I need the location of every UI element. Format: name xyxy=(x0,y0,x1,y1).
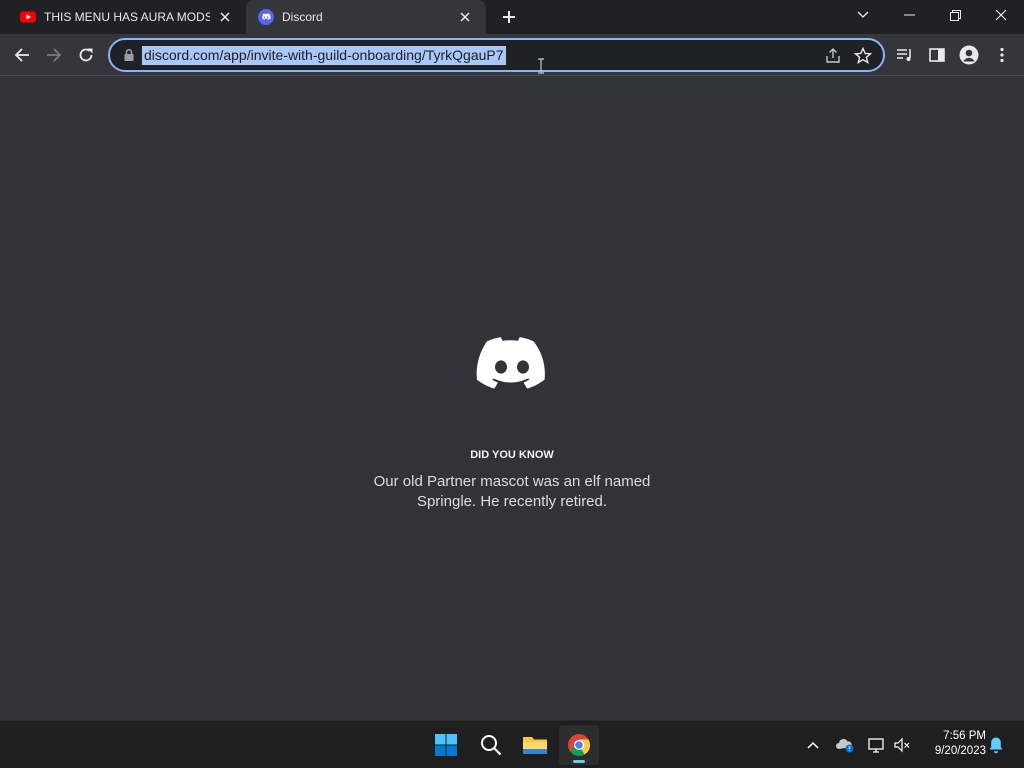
profile-button[interactable] xyxy=(958,44,980,66)
discord-logo-icon xyxy=(476,337,545,389)
minimize-icon xyxy=(903,14,915,16)
tip-text: Our old Partner mascot was an elf named … xyxy=(373,473,651,510)
browser-toolbar: discord.com/app/invite-with-guild-onboar… xyxy=(0,34,1024,76)
clock-date: 9/20/2023 xyxy=(934,745,986,757)
folder-icon xyxy=(523,737,547,754)
close-window-button[interactable] xyxy=(978,0,1024,30)
minimize-button[interactable] xyxy=(886,0,932,30)
windows-logo-icon xyxy=(435,734,457,756)
restore-button[interactable] xyxy=(932,0,978,30)
chrome-icon xyxy=(568,734,590,756)
tab-search-button[interactable] xyxy=(840,0,886,30)
more-vertical-icon xyxy=(1000,47,1004,63)
notifications-button[interactable] xyxy=(986,735,1006,755)
plus-icon xyxy=(503,11,515,23)
file-explorer-button[interactable] xyxy=(515,725,555,765)
side-panel-button[interactable] xyxy=(926,44,948,66)
address-bar[interactable]: discord.com/app/invite-with-guild-onboar… xyxy=(108,38,885,72)
search-icon xyxy=(481,735,502,756)
back-button[interactable] xyxy=(8,41,36,69)
active-app-indicator xyxy=(573,760,585,763)
chevron-down-icon xyxy=(857,11,869,18)
tab-youtube[interactable]: THIS MENU HAS AURA MODS??? xyxy=(8,0,246,34)
network-icon xyxy=(868,738,884,753)
youtube-icon xyxy=(20,11,36,23)
text-cursor-icon xyxy=(538,58,544,74)
new-tab-button[interactable] xyxy=(498,6,520,28)
tab-discord[interactable]: Discord xyxy=(246,0,486,34)
taskbar-clock[interactable]: 7:56 PM 9/20/2023 xyxy=(918,729,986,759)
close-icon xyxy=(995,9,1007,21)
share-icon[interactable] xyxy=(823,46,843,66)
star-icon[interactable] xyxy=(853,46,873,66)
close-tab-button[interactable] xyxy=(456,8,474,26)
volume-muted-icon xyxy=(894,737,910,753)
playlist-icon xyxy=(897,49,911,61)
arrow-left-icon xyxy=(14,48,29,62)
browser-titlebar: THIS MENU HAS AURA MODS??? Discord xyxy=(0,0,1024,34)
arrow-right-icon xyxy=(47,48,62,62)
restore-icon xyxy=(949,9,961,21)
discord-loading-screen: DID YOU KNOW Our old Partner mascot was … xyxy=(0,77,1024,720)
reload-icon xyxy=(79,48,93,62)
tab-title: Discord xyxy=(282,10,323,24)
forward-button[interactable] xyxy=(40,41,68,69)
close-icon xyxy=(220,12,230,22)
bell-icon xyxy=(989,737,1003,754)
url-text[interactable]: discord.com/app/invite-with-guild-onboar… xyxy=(142,46,506,65)
chrome-taskbar-button[interactable] xyxy=(559,725,599,765)
reload-button[interactable] xyxy=(72,41,100,69)
tip-heading: DID YOU KNOW xyxy=(470,449,554,461)
profile-icon xyxy=(959,45,979,65)
clock-time: 7:56 PM xyxy=(943,730,986,742)
side-panel-icon xyxy=(929,48,945,62)
close-icon xyxy=(460,12,470,22)
volume-tray-button[interactable] xyxy=(892,735,912,755)
windows-taskbar: 7:56 PM 9/20/2023 xyxy=(0,720,1024,768)
search-button[interactable] xyxy=(471,725,511,765)
media-controls-button[interactable] xyxy=(894,44,916,66)
cloud-icon xyxy=(836,739,854,753)
network-tray-button[interactable] xyxy=(866,735,886,755)
start-button[interactable] xyxy=(426,725,466,765)
onedrive-tray-button[interactable] xyxy=(835,735,855,755)
show-hidden-icons-button[interactable] xyxy=(803,735,823,755)
browser-menu-button[interactable] xyxy=(991,44,1013,66)
lock-icon xyxy=(124,48,134,61)
close-tab-button[interactable] xyxy=(216,8,234,26)
discord-icon xyxy=(258,9,274,25)
tab-title: THIS MENU HAS AURA MODS??? xyxy=(44,10,210,24)
chevron-up-icon xyxy=(807,741,819,749)
